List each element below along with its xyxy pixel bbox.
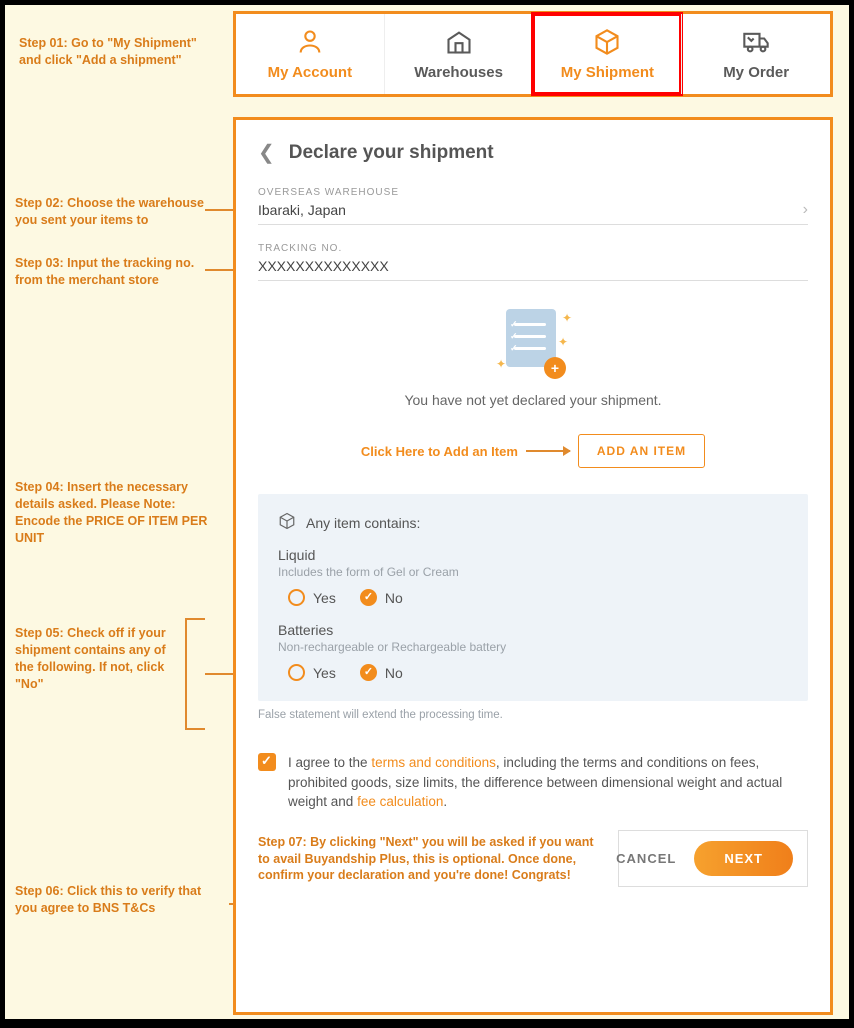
tab-my-shipment[interactable]: My Shipment xyxy=(533,14,682,94)
add-item-button[interactable]: ADD AN ITEM xyxy=(578,434,705,468)
batteries-no-radio[interactable]: No xyxy=(360,664,403,681)
next-button[interactable]: NEXT xyxy=(694,841,793,876)
false-statement-note: False statement will extend the processi… xyxy=(258,709,808,721)
step-02-label: Step 02: Choose the warehouse you sent y… xyxy=(15,195,215,229)
tab-label: My Shipment xyxy=(561,64,654,81)
warehouse-icon xyxy=(444,28,474,60)
step-05-label: Step 05: Check off if your shipment cont… xyxy=(15,625,185,693)
batteries-yes-radio[interactable]: Yes xyxy=(288,664,336,681)
truck-icon xyxy=(741,28,771,60)
field-value: Ibaraki, Japan xyxy=(258,202,808,218)
arrow-icon xyxy=(526,450,570,452)
tab-my-account[interactable]: My Account xyxy=(236,14,384,94)
tab-label: My Account xyxy=(268,64,352,81)
item-contains-box: Any item contains: Liquid Includes the f… xyxy=(258,494,808,701)
liquid-yes-radio[interactable]: Yes xyxy=(288,589,336,606)
step-01-label: Step 01: Go to "My Shipment" and click "… xyxy=(19,35,219,69)
liquid-label: Liquid xyxy=(278,547,788,563)
field-label: OVERSEAS WAREHOUSE xyxy=(258,187,808,198)
field-value: XXXXXXXXXXXXXX xyxy=(258,258,808,274)
tracking-field[interactable]: TRACKING NO. XXXXXXXXXXXXXX xyxy=(258,243,808,281)
step-07-label: Step 07: By clicking "Next" you will be … xyxy=(258,834,608,885)
fee-calc-link[interactable]: fee calculation xyxy=(357,794,443,809)
add-item-hint: Click Here to Add an Item xyxy=(361,444,518,459)
tab-my-order[interactable]: My Order xyxy=(681,14,830,94)
page-title: Declare your shipment xyxy=(289,142,494,164)
terms-link[interactable]: terms and conditions xyxy=(371,755,496,770)
bracket-icon xyxy=(185,618,205,730)
tab-label: Warehouses xyxy=(414,64,503,81)
chevron-right-icon: › xyxy=(803,201,808,219)
field-label: TRACKING NO. xyxy=(258,243,808,254)
top-nav: My Account Warehouses My Shipment My Ord… xyxy=(233,11,833,97)
checklist-illustration: ✓✓✓ + ✦✦✦ xyxy=(500,309,566,381)
step-06-label: Step 06: Click this to verify that you a… xyxy=(15,883,225,917)
footer-actions: CANCEL NEXT xyxy=(618,830,808,887)
contains-header: Any item contains: xyxy=(306,515,420,531)
liquid-no-radio[interactable]: No xyxy=(360,589,403,606)
agree-checkbox[interactable] xyxy=(258,753,276,771)
batteries-label: Batteries xyxy=(278,622,788,638)
add-icon: + xyxy=(544,357,566,379)
step-04-label: Step 04: Insert the necessary details as… xyxy=(15,479,220,547)
tab-label: My Order xyxy=(723,64,789,81)
cancel-button[interactable]: CANCEL xyxy=(616,851,676,866)
box-icon xyxy=(278,512,296,533)
not-declared-text: You have not yet declared your shipment. xyxy=(258,392,808,408)
liquid-sublabel: Includes the form of Gel or Cream xyxy=(278,565,788,579)
back-chevron-icon[interactable]: ❮ xyxy=(258,140,275,165)
declare-panel: ❮ Declare your shipment OVERSEAS WAREHOU… xyxy=(233,117,833,1015)
user-icon xyxy=(295,28,325,60)
agree-text: I agree to the terms and conditions, inc… xyxy=(288,753,808,812)
tab-warehouses[interactable]: Warehouses xyxy=(384,14,533,94)
box-icon xyxy=(592,28,622,60)
batteries-sublabel: Non-rechargeable or Rechargeable battery xyxy=(278,640,788,654)
step-03-label: Step 03: Input the tracking no. from the… xyxy=(15,255,215,289)
warehouse-field[interactable]: OVERSEAS WAREHOUSE Ibaraki, Japan › xyxy=(258,187,808,225)
